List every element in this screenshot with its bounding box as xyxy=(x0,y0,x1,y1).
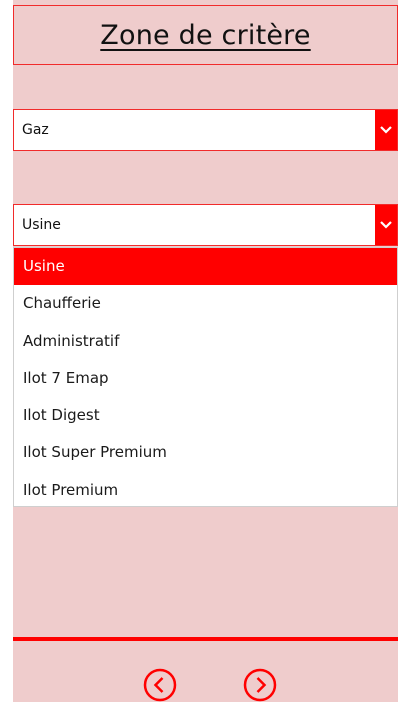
zone-option-chaufferie[interactable]: Chaufferie xyxy=(14,285,397,322)
energy-dropdown[interactable]: Gaz xyxy=(13,109,398,151)
chevron-right-circle-icon xyxy=(243,668,277,702)
chevron-down-icon[interactable] xyxy=(375,205,397,245)
zone-options-list[interactable]: Usine Chaufferie Administratif Ilot 7 Em… xyxy=(13,247,398,507)
chevron-left-circle-icon xyxy=(143,668,177,702)
chevron-down-icon[interactable] xyxy=(375,110,397,150)
zone-dropdown-value: Usine xyxy=(22,217,61,233)
zone-option-administratif[interactable]: Administratif xyxy=(14,323,397,360)
zone-option-ilot-super-premium[interactable]: Ilot Super Premium xyxy=(14,434,397,471)
previous-button[interactable] xyxy=(143,668,177,702)
zone-dropdown[interactable]: Usine xyxy=(13,204,398,246)
zone-option-ilot-premium[interactable]: Ilot Premium xyxy=(14,472,397,506)
energy-dropdown-value: Gaz xyxy=(22,122,49,138)
footer-divider xyxy=(13,637,398,641)
page-title: Zone de critère xyxy=(100,19,311,51)
zone-option-ilot-digest[interactable]: Ilot Digest xyxy=(14,397,397,434)
zone-option-ilot-7-emap[interactable]: Ilot 7 Emap xyxy=(14,360,397,397)
zone-option-usine[interactable]: Usine xyxy=(14,248,397,286)
next-button[interactable] xyxy=(243,668,277,702)
header-box: Zone de critère xyxy=(13,5,398,65)
